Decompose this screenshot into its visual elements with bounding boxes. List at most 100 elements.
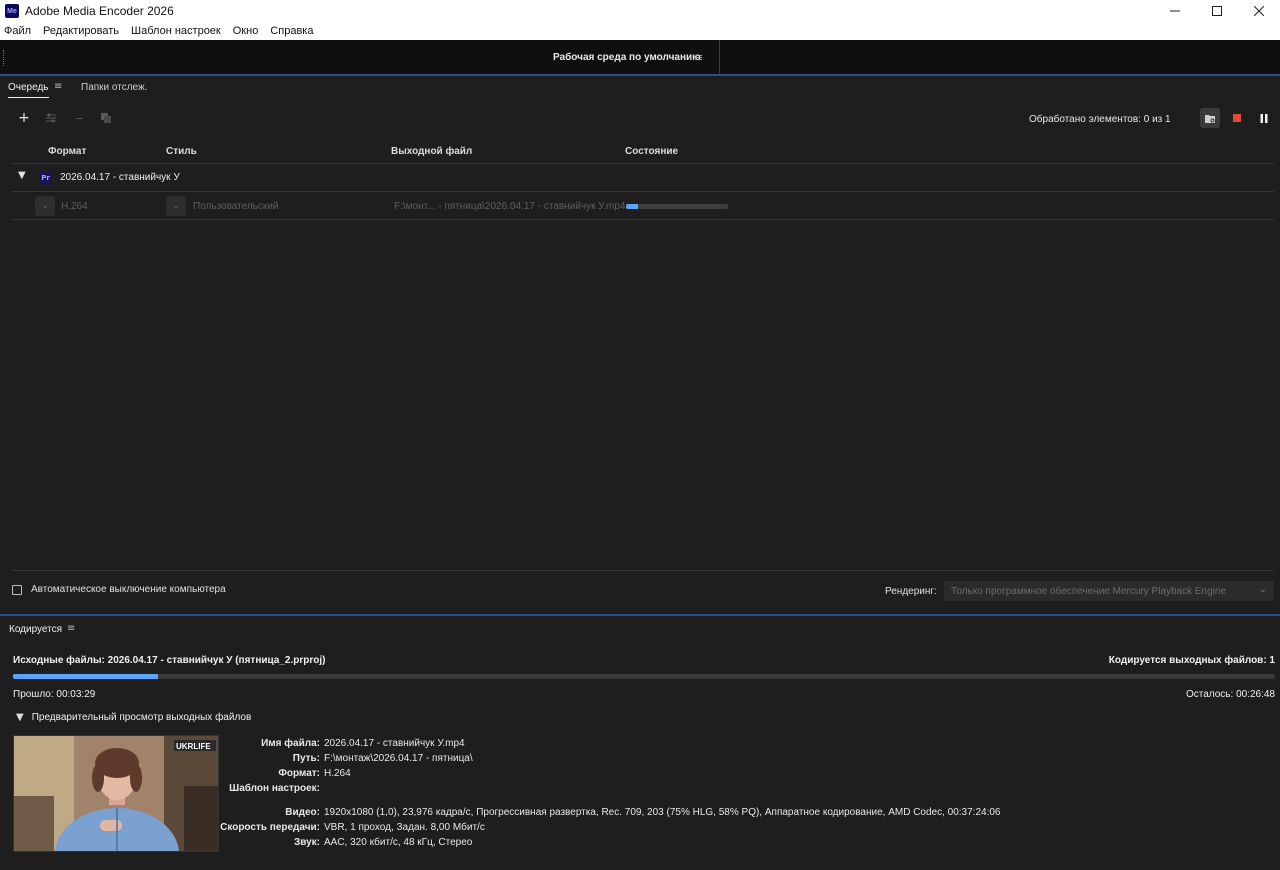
format-dropdown[interactable]: ⌄ [35, 196, 55, 216]
chevron-down-icon[interactable]: ▼ [18, 170, 26, 181]
queue-group-row[interactable]: ▼ Pr 2026.04.17 - ставнийчук У [12, 165, 1274, 191]
menu-preset[interactable]: Шаблон настроек [131, 25, 221, 37]
pause-button[interactable] [1254, 108, 1274, 128]
chevron-down-icon: ⌄ [41, 201, 49, 211]
duplicate-icon [101, 113, 111, 123]
queue-tabs: Очередь ≡ Папки отслеж. [0, 78, 1280, 100]
detail-key-format: Формат: [278, 768, 320, 779]
output-folder-button[interactable] [1200, 108, 1220, 128]
tab-watch-folders[interactable]: Папки отслеж. [81, 82, 147, 93]
minimize-button[interactable] [1154, 0, 1196, 22]
detail-row: Скорость передачи: VBR, 1 проход, Задан.… [0, 822, 1000, 836]
detail-key-path: Путь: [292, 753, 320, 764]
item-style[interactable]: Пользовательский [193, 201, 278, 212]
encoding-progress-fill [13, 674, 159, 679]
tab-queue[interactable]: Очередь [8, 82, 49, 98]
elapsed-time: Прошло: 00:03:29 [13, 689, 96, 700]
column-output[interactable]: Выходной файл [391, 146, 472, 157]
app-logo-icon: Me [5, 4, 19, 18]
detail-key-filename: Имя файла: [261, 738, 320, 749]
window-title: Adobe Media Encoder 2026 [25, 4, 174, 18]
preset-settings-button[interactable] [43, 110, 59, 126]
workspace-label[interactable]: Рабочая среда по умолчанию [553, 52, 701, 63]
renderer-select[interactable]: Только программное обеспечение Mercury P… [944, 581, 1274, 601]
stop-icon [1233, 114, 1241, 122]
queue-column-headers: Формат Стиль Выходной файл Состояние [0, 142, 1280, 164]
detail-value-path: F:\монтаж\2026.04.17 - пятница\ [324, 753, 473, 764]
divider [12, 570, 1274, 571]
queue-item-row[interactable]: ⌄ H.264 ⌄ Пользовательский F:\монт... - … [12, 193, 1274, 219]
detail-row: Звук: AAC, 320 кбит/с, 48 кГц, Стерео [0, 837, 1000, 851]
detail-value-audio: AAC, 320 кбит/с, 48 кГц, Стерео [324, 837, 473, 848]
detail-row: Видео: 1920x1080 (1,0), 23,976 кадра/с, … [0, 807, 1000, 821]
chevron-down-icon: ⌄ [1258, 584, 1267, 595]
encoding-panel: Кодируется ≡ Исходные файлы: 2026.04.17 … [0, 616, 1280, 870]
style-dropdown[interactable]: ⌄ [166, 196, 186, 216]
remove-button[interactable]: − [71, 110, 87, 126]
stop-button[interactable] [1227, 108, 1247, 128]
sliders-icon [46, 113, 56, 123]
detail-key-bitrate: Скорость передачи: [220, 822, 320, 833]
duplicate-button[interactable] [98, 110, 114, 126]
plus-icon: + [18, 110, 30, 126]
output-count: Кодируется выходных файлов: 1 [1108, 655, 1275, 666]
title-bar: Me Adobe Media Encoder 2026 [0, 0, 1280, 22]
source-files: Исходные файлы: 2026.04.17 - ставнийчук … [13, 655, 326, 666]
preview-label: Предварительный просмотр выходных файлов [31, 712, 252, 723]
menu-bar: Файл Редактировать Шаблон настроек Окно … [0, 22, 1280, 40]
auto-shutdown-option[interactable]: Автоматическое выключение компьютера [12, 584, 226, 595]
grip-icon[interactable] [3, 50, 5, 66]
detail-row: Формат: H.264 [0, 768, 1000, 782]
preview-toggle[interactable]: ▼ Предварительный просмотр выходных файл… [16, 712, 251, 723]
tab-encoding[interactable]: Кодируется [9, 624, 62, 635]
divider [12, 163, 1274, 164]
column-format[interactable]: Формат [48, 146, 86, 157]
item-progress-fill [626, 204, 639, 209]
queue-toolbar: + − Обработано элементов: 0 из 1 [0, 108, 1280, 130]
add-source-button[interactable]: + [16, 110, 32, 126]
maximize-button[interactable] [1196, 0, 1238, 22]
menu-help[interactable]: Справка [270, 25, 313, 37]
column-status[interactable]: Состояние [625, 146, 678, 157]
column-style[interactable]: Стиль [166, 146, 197, 157]
detail-key-audio: Звук: [293, 837, 320, 848]
divider [12, 219, 1274, 220]
detail-value-filename: 2026.04.17 - ставнийчук У.mp4 [324, 738, 465, 749]
workspace-menu-icon[interactable]: ≡ [694, 51, 703, 64]
remaining-time: Осталось: 00:26:48 [1185, 689, 1275, 700]
encoding-progress-bar [13, 674, 1275, 679]
detail-value-video: 1920x1080 (1,0), 23,976 кадра/с, Прогрес… [324, 807, 1001, 818]
menu-edit[interactable]: Редактировать [43, 25, 119, 37]
minimize-icon [1170, 10, 1180, 12]
chevron-down-icon: ⌄ [172, 201, 180, 211]
item-format[interactable]: H.264 [61, 201, 88, 212]
detail-value-format: H.264 [324, 768, 351, 779]
item-progress-bar [626, 204, 728, 209]
auto-shutdown-label: Автоматическое выключение компьютера [31, 584, 226, 595]
group-name: 2026.04.17 - ставнийчук У [60, 172, 180, 183]
renderer-value: Только программное обеспечение Mercury P… [951, 586, 1227, 597]
auto-shutdown-checkbox[interactable] [12, 584, 22, 595]
processed-count: Обработано элементов: 0 из 1 [1029, 114, 1171, 125]
detail-row: Имя файла: 2026.04.17 - ставнийчук У.mp4 [0, 738, 1000, 752]
detail-key-preset: Шаблон настроек: [229, 783, 320, 794]
queue-menu-icon[interactable]: ≡ [54, 81, 62, 92]
premiere-icon: Pr [39, 171, 52, 184]
divider [12, 191, 1274, 192]
menu-file[interactable]: Файл [4, 25, 31, 37]
encoding-menu-icon[interactable]: ≡ [67, 623, 75, 634]
pause-icon [1260, 113, 1268, 123]
detail-value-bitrate: VBR, 1 проход, Задан. 8,00 Мбит/с [324, 822, 485, 833]
chevron-down-icon[interactable]: ▼ [16, 712, 24, 723]
renderer-label: Рендеринг: [885, 586, 937, 597]
detail-row: Шаблон настроек: [0, 783, 1000, 797]
item-output-path[interactable]: F:\монт... - пятница\2026.04.17 - ставни… [394, 201, 626, 212]
folder-settings-icon [1205, 114, 1215, 123]
minus-icon: − [74, 111, 84, 125]
menu-window[interactable]: Окно [233, 25, 259, 37]
workspace-bar: Рабочая среда по умолчанию ≡ [0, 40, 1280, 76]
divider [719, 40, 720, 74]
close-button[interactable] [1238, 0, 1280, 22]
detail-row: Путь: F:\монтаж\2026.04.17 - пятница\ [0, 753, 1000, 767]
queue-panel: Очередь ≡ Папки отслеж. + − Обработано э… [0, 78, 1280, 614]
